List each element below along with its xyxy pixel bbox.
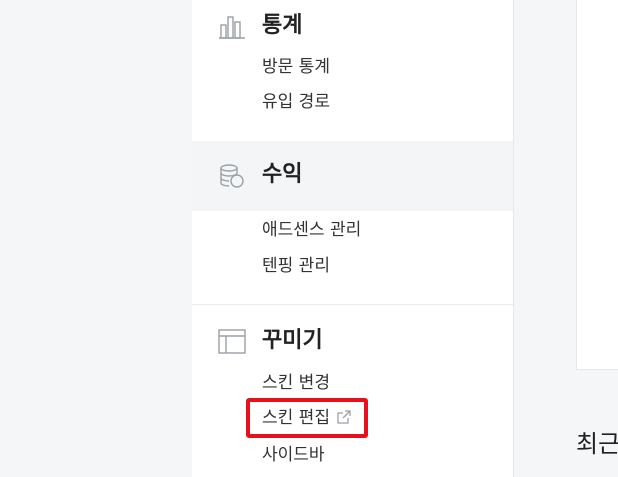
section-header-revenue[interactable]: 수익 bbox=[192, 141, 513, 211]
section-header-stats[interactable]: 통계 bbox=[192, 0, 513, 60]
content-card bbox=[576, 0, 618, 370]
menu-item-sidebar[interactable]: 사이드바 bbox=[262, 443, 325, 467]
menu-item-skin-change[interactable]: 스킨 변경 bbox=[262, 371, 330, 395]
section-title-stats: 통계 bbox=[262, 13, 303, 38]
bar-chart-icon bbox=[219, 16, 245, 39]
menu-item-tenping[interactable]: 텐핑 관리 bbox=[262, 254, 330, 278]
menu-item-visit-stats[interactable]: 방문 통계 bbox=[262, 55, 330, 79]
app-root: 통계 방문 통계 유입 경로 수익 애드센스 관리 텐핑 관리 꾸미기 스킨 변… bbox=[0, 0, 618, 477]
section-header-customize[interactable]: 꾸미기 bbox=[192, 305, 513, 375]
layout-icon bbox=[218, 329, 246, 354]
menu-item-inflow-path[interactable]: 유입 경로 bbox=[262, 90, 330, 114]
coins-icon bbox=[220, 164, 244, 188]
highlight-annotation bbox=[246, 398, 368, 438]
section-title-customize: 꾸미기 bbox=[262, 328, 323, 353]
recent-heading: 최근 bbox=[576, 430, 618, 458]
section-title-revenue: 수익 bbox=[262, 162, 303, 187]
menu-item-adsense[interactable]: 애드센스 관리 bbox=[262, 218, 361, 242]
